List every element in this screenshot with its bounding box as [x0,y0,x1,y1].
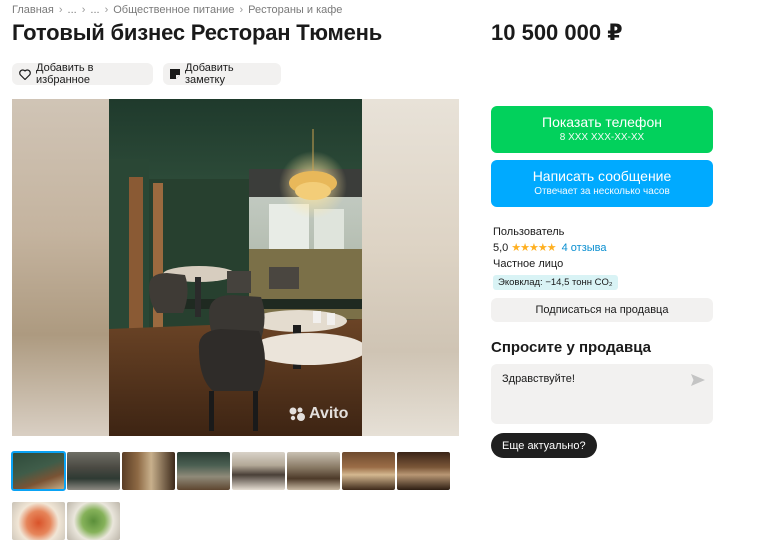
message-input[interactable]: Здравствуйте! [491,364,713,424]
add-to-favorites-label: Добавить в избранное [36,62,94,86]
rating-stars-icon: ★★★★★ [511,242,556,254]
message-input-text: Здравствуйте! [502,373,575,385]
watermark-text: Avito [309,405,349,422]
breadcrumb-restaurants[interactable]: Рестораны и кафе [248,4,342,16]
breadcrumb-separator: › [81,4,86,16]
note-icon [170,69,180,79]
photo-blur-left [12,99,109,436]
thumbnail-7[interactable] [342,452,395,490]
breadcrumb-ellipsis-2[interactable]: ... [90,4,99,16]
breadcrumb-separator: › [239,4,244,16]
avito-logo-icon [289,407,305,421]
main-photo[interactable]: Avito [12,99,459,436]
add-note-button[interactable]: Добавить заметку [163,62,281,86]
thumbnail-10[interactable] [67,502,120,540]
add-to-favorites-button[interactable]: Добавить в избранное [12,62,153,86]
rating-value: 5,0 [493,241,509,254]
seller-name[interactable]: Пользователь [493,226,564,238]
breadcrumb-home[interactable]: Главная [12,4,54,16]
reviews-link[interactable]: 4 отзыва [562,242,607,254]
thumbnail-6[interactable] [287,452,340,490]
photo-blur-right [362,99,459,436]
breadcrumb-separator: › [58,4,63,16]
send-icon[interactable] [691,373,705,391]
avito-watermark: Avito [288,405,348,423]
thumbnail-8[interactable] [397,452,450,490]
masked-phone-number: 8 XXX XXX-XX-XX [559,132,645,143]
subscribe-seller-button[interactable]: Подписаться на продавца [491,298,713,322]
breadcrumb-separator: › [104,4,109,16]
seller-rating: 5,0 ★★★★★ 4 отзыва [493,241,607,255]
thumbnail-5[interactable] [232,452,285,490]
heart-icon [19,68,31,80]
send-message-label: Написать сообщение [532,168,672,184]
thumbnail-1[interactable] [11,451,66,491]
show-phone-label: Показать телефон [542,114,662,130]
show-phone-button[interactable]: Показать телефон 8 XXX XXX-XX-XX [491,106,713,153]
listing-title: Готовый бизнес Ресторан Тюмень [12,20,383,45]
quick-reply-button[interactable]: Еще актуально? [491,433,597,458]
seller-type: Частное лицо [493,258,564,270]
breadcrumb-ellipsis-1[interactable]: ... [68,4,77,16]
send-message-button[interactable]: Написать сообщение Отвечает за несколько… [491,160,713,207]
listing-price: 10 500 000 ₽ [491,20,623,45]
eco-badge[interactable]: Эковклад: −14,5 тонн CO₂ [493,275,618,290]
thumbnail-3[interactable] [122,452,175,490]
response-time: Отвечает за несколько часов [534,186,670,197]
thumbnail-9[interactable] [12,502,65,540]
breadcrumb: Главная › ... › ... › Общественное питан… [12,4,342,16]
thumbnail-2[interactable] [67,452,120,490]
add-note-label: Добавить заметку [185,62,234,86]
thumbnail-4[interactable] [177,452,230,490]
restaurant-interior-photo [109,99,362,436]
breadcrumb-food-service[interactable]: Общественное питание [113,4,234,16]
ask-seller-title: Спросите у продавца [491,339,651,356]
